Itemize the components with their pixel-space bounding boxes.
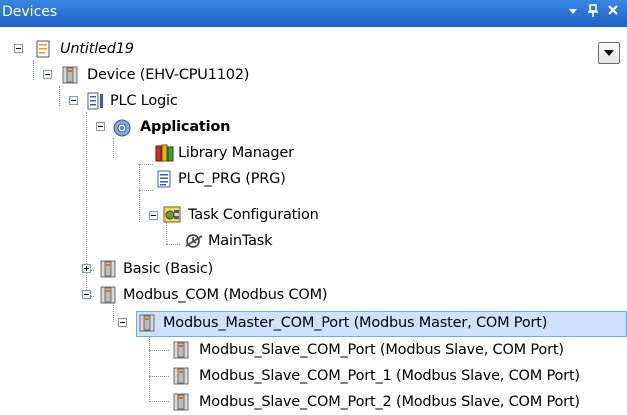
tree-item-basic[interactable]: Basic (Basic) <box>123 257 213 281</box>
device-icon <box>172 393 190 411</box>
device-icon <box>172 341 190 359</box>
tree-item-plc-prg[interactable]: PLC_PRG (PRG) <box>178 167 286 191</box>
tree-item-master-port[interactable]: Modbus_Master_COM_Port (Modbus Master, C… <box>163 311 547 335</box>
expander-project[interactable] <box>14 44 23 53</box>
task-icon <box>184 232 203 250</box>
expander-task-configuration[interactable] <box>149 211 158 220</box>
tree-item-plc-logic[interactable]: PLC Logic <box>110 89 178 113</box>
expander-modbus-com[interactable] <box>82 290 91 299</box>
tree-item-project[interactable]: Untitled19 <box>60 37 134 61</box>
plc-logic-icon <box>87 92 105 110</box>
expander-plc-logic[interactable] <box>69 96 78 105</box>
tree-options-dropdown-button[interactable] <box>598 42 620 64</box>
pin-icon[interactable] <box>584 4 602 22</box>
library-books-icon <box>155 144 174 162</box>
tree-item-task-configuration[interactable]: Task Configuration <box>188 203 319 227</box>
expander-device[interactable] <box>43 70 52 79</box>
tree-item-application[interactable]: Application <box>140 115 230 139</box>
tree-item-main-task[interactable]: MainTask <box>208 229 273 253</box>
device-icon <box>99 260 117 278</box>
program-document-icon <box>155 170 173 188</box>
tree-item-library-manager[interactable]: Library Manager <box>178 141 294 165</box>
dropdown-arrow-icon[interactable] <box>564 4 582 22</box>
project-file-icon <box>34 40 52 58</box>
task-configuration-icon <box>163 206 181 224</box>
device-icon <box>61 66 79 84</box>
panel-title: Devices <box>2 4 58 20</box>
tree-item-device[interactable]: Device (EHV-CPU1102) <box>87 63 249 87</box>
application-gear-icon <box>112 118 131 137</box>
tree-item-slave-port-2[interactable]: Modbus_Slave_COM_Port_2 (Modbus Slave, C… <box>199 390 580 414</box>
devices-panel-titlebar: Devices <box>0 0 627 27</box>
device-icon <box>99 286 117 304</box>
expander-basic[interactable] <box>82 264 91 273</box>
close-icon[interactable] <box>604 4 622 22</box>
expander-master-port[interactable] <box>118 318 127 327</box>
device-icon <box>172 367 190 385</box>
tree-item-modbus-com[interactable]: Modbus_COM (Modbus COM) <box>123 283 328 307</box>
tree-item-slave-port-1[interactable]: Modbus_Slave_COM_Port_1 (Modbus Slave, C… <box>199 364 580 388</box>
expander-application[interactable] <box>96 122 105 131</box>
tree-item-slave-port[interactable]: Modbus_Slave_COM_Port (Modbus Slave, COM… <box>199 338 564 362</box>
device-icon <box>138 314 156 332</box>
